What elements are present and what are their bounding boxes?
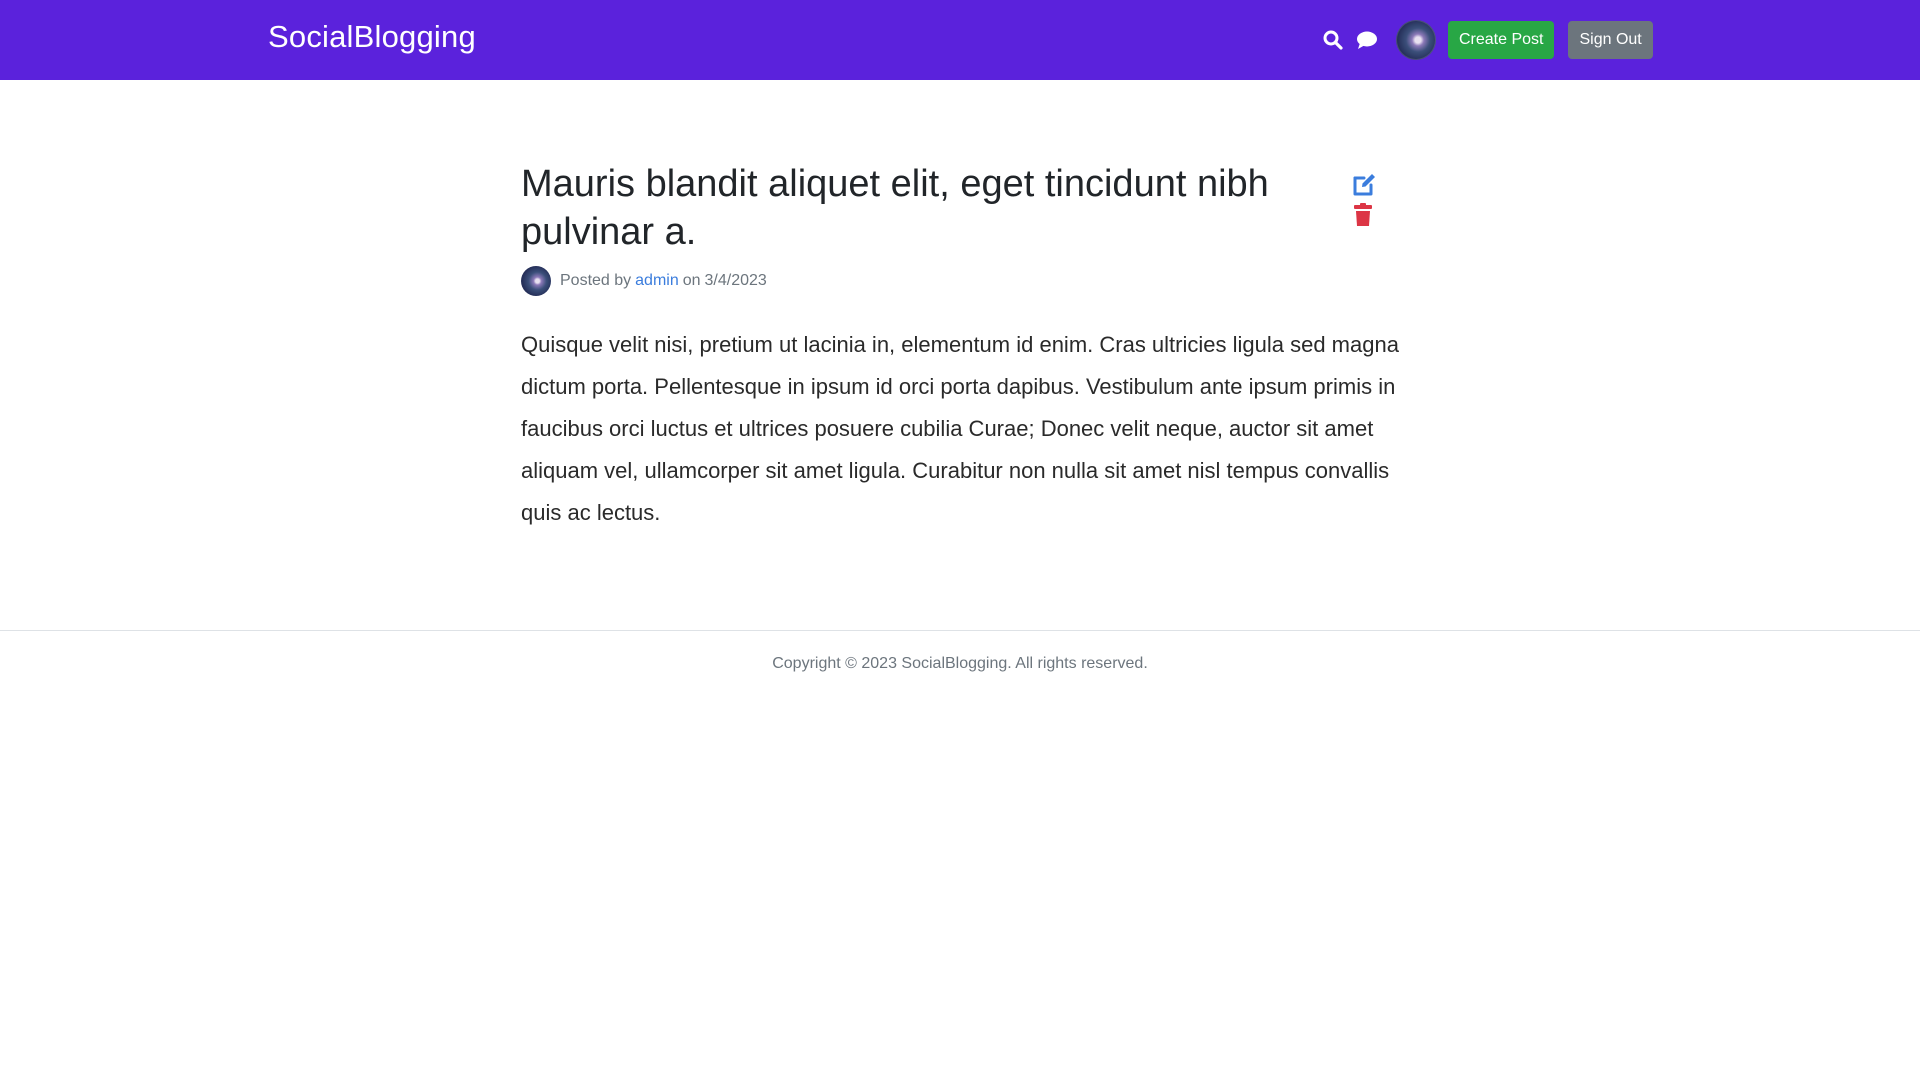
on-label: on <box>682 272 701 289</box>
search-icon[interactable] <box>1320 27 1346 53</box>
author-link[interactable]: admin <box>635 272 679 290</box>
post-body: Quisque velit nisi, pretium ut lacinia i… <box>521 332 1399 525</box>
edit-icon[interactable] <box>1351 172 1377 198</box>
copyright-text: Copyright © 2023 SocialBlogging. All rig… <box>772 655 1148 672</box>
post-meta: Posted by admin on 3/4/2023 <box>521 266 1397 296</box>
post-article: Mauris blandit aliquet elit, eget tincid… <box>521 160 1399 556</box>
brand-logo-link[interactable]: SocialBlogging <box>268 19 476 55</box>
sign-out-button[interactable]: Sign Out <box>1568 21 1653 59</box>
footer: Copyright © 2023 SocialBlogging. All rig… <box>0 630 1920 711</box>
trash-icon[interactable] <box>1351 202 1377 228</box>
navbar-actions: Create Post Sign Out <box>1320 20 1653 60</box>
post-date: 3/4/2023 <box>704 272 767 289</box>
posted-by-label: Posted by <box>560 272 632 289</box>
comment-icon[interactable] <box>1354 27 1380 53</box>
create-post-button[interactable]: Create Post <box>1448 21 1555 59</box>
navbar: SocialBlogging Create Post Sign Out <box>0 0 1920 80</box>
author-avatar[interactable] <box>521 266 551 296</box>
post-title: Mauris blandit aliquet elit, eget tincid… <box>521 163 1269 253</box>
post-actions <box>1351 172 1381 232</box>
user-avatar[interactable] <box>1396 20 1436 60</box>
